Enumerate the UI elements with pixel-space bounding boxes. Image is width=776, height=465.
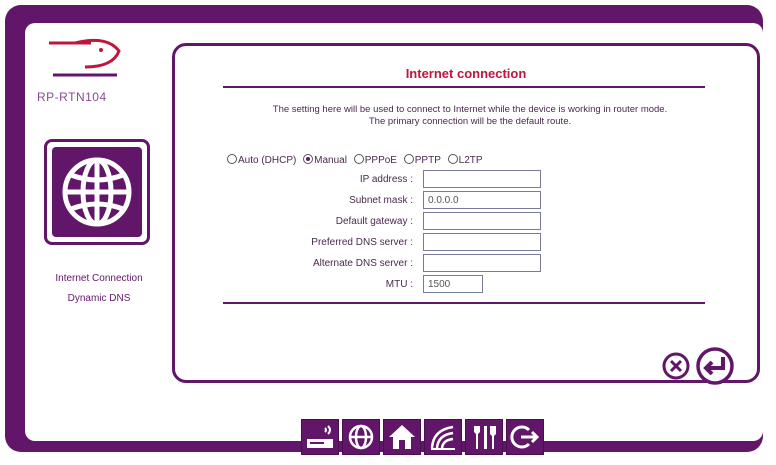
action-buttons [661,346,735,386]
home-icon[interactable] [383,419,421,455]
connection-type-group: Auto (DHCP) Manual PPPoE PPTP L2TP [227,154,487,166]
radio-pptp[interactable]: PPTP [403,154,441,166]
radio-label: PPPoE [364,155,397,166]
preferred-dns-row: Preferred DNS server : [175,233,763,253]
radio-label: Auto (DHCP) [238,155,297,166]
sidebar-link-dynamic-dns[interactable]: Dynamic DNS [33,293,165,304]
alternate-dns-label: Alternate DNS server : [312,258,413,269]
brand-logo [49,38,121,77]
sidebar-link-internet-connection[interactable]: Internet Connection [33,273,165,284]
ip-address-input[interactable] [423,170,541,188]
radio-manual[interactable]: Manual [303,154,347,166]
radio-button[interactable] [353,154,364,164]
radio-button[interactable] [403,154,414,164]
internet-globe-icon [44,139,150,245]
mtu-input[interactable] [423,275,483,293]
radio-button[interactable] [227,154,237,164]
ip-address-label: IP address : [359,174,413,185]
radio-label: Manual [314,155,347,166]
cancel-icon[interactable] [661,351,691,381]
radio-button[interactable] [447,154,458,164]
default-gateway-label: Default gateway : [335,216,413,227]
wireless-icon[interactable] [424,419,462,455]
sidebar-links: Internet Connection Dynamic DNS [33,273,165,313]
model-name: RP-RTN104 [37,90,107,104]
radio-button[interactable] [303,154,314,164]
radio-label: L2TP [458,155,483,166]
device-icon[interactable] [301,419,339,455]
panel-title: Internet connection [405,66,527,81]
description-line-2: The primary connection will be the defau… [368,116,572,127]
mtu-label: MTU : [385,279,413,290]
form-divider [223,302,705,304]
apply-icon[interactable] [695,346,735,386]
ip-address-row: IP address : [175,170,763,190]
radio-l2tp[interactable]: L2TP [447,154,483,166]
bottom-nav [301,419,544,457]
tools-icon[interactable] [465,419,503,455]
radio-label: PPTP [414,155,441,166]
outer-frame: RP-RTN104 Internet Connection Dynamic DN… [5,5,763,455]
alternate-dns-row: Alternate DNS server : [175,254,763,274]
description-line-1: The setting here will be used to connect… [272,104,668,115]
panel-description: The setting here will be used to connect… [215,104,725,128]
logout-icon[interactable] [506,419,544,455]
subnet-mask-row: Subnet mask : [175,191,763,211]
preferred-dns-input[interactable] [423,233,541,251]
mtu-row: MTU : [175,275,763,295]
radio-pppoe[interactable]: PPPoE [353,154,397,166]
default-gateway-input[interactable] [423,212,541,230]
title-divider [223,86,705,88]
preferred-dns-label: Preferred DNS server : [311,237,413,248]
content-area: RP-RTN104 Internet Connection Dynamic DN… [25,23,763,455]
settings-panel: Internet connection The setting here wil… [172,43,763,386]
subnet-mask-label: Subnet mask : [349,195,413,206]
radio-auto-dhcp[interactable]: Auto (DHCP) [227,154,296,166]
alternate-dns-input[interactable] [423,254,541,272]
subnet-mask-input[interactable] [423,191,541,209]
default-gateway-row: Default gateway : [175,212,763,232]
internet-icon[interactable] [342,419,380,455]
